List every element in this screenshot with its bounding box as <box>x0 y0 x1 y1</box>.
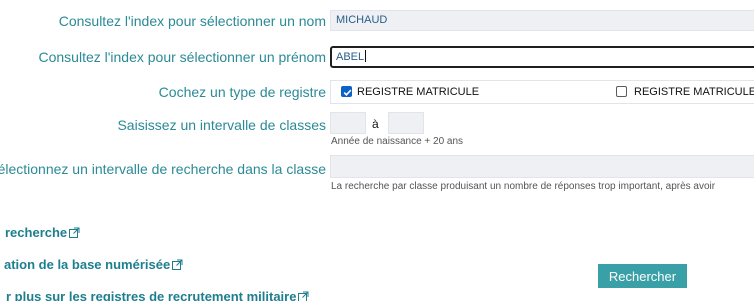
classe-to-input[interactable] <box>388 112 424 134</box>
nom-field[interactable]: MICHAUD <box>330 10 754 31</box>
prenom-label: Consultez l'index pour sélectionner un p… <box>38 49 326 65</box>
link-registres-recrutement[interactable]: r plus sur les registres de recrutement … <box>6 289 309 301</box>
classes-label: Saisissez un intervalle de classes <box>117 117 326 133</box>
search-form-page: Consultez l'index pour sélectionner un n… <box>0 0 754 301</box>
registre-option-1-label: REGISTRE MATRICULE <box>357 86 480 98</box>
nom-value: MICHAUD <box>336 14 388 26</box>
recherche-classe-input[interactable] <box>330 155 754 178</box>
checkmark-icon <box>343 89 352 96</box>
prenom-value: ABEL <box>336 51 365 63</box>
classes-hint: Année de naissance + 20 ans <box>331 136 464 147</box>
registre-checkbox-group: REGISTRE MATRICULE REGISTRE MATRICULE <box>330 80 754 104</box>
link-registres-recrutement-label: r plus sur les registres de recrutement … <box>6 289 297 301</box>
registre-checkbox-2[interactable] <box>616 86 627 97</box>
link-recherche[interactable]: recherche <box>5 225 80 240</box>
external-link-icon <box>172 259 183 270</box>
rechercher-button[interactable]: Rechercher <box>598 264 687 288</box>
nom-label: Consultez l'index pour sélectionner un n… <box>58 13 326 29</box>
registre-option-2-label: REGISTRE MATRICULE <box>634 86 754 98</box>
link-base-numerisee[interactable]: ation de la base numérisée <box>4 257 183 272</box>
text-caret <box>365 50 367 62</box>
registre-checkbox-1[interactable] <box>341 86 352 97</box>
registre-label: Cochez un type de registre <box>158 84 326 100</box>
recherche-classe-label: électionnez un intervalle de recherche d… <box>0 161 326 177</box>
link-recherche-label: recherche <box>5 225 68 240</box>
external-link-icon <box>298 291 309 301</box>
prenom-field[interactable]: ABEL <box>330 46 754 68</box>
recherche-classe-hint: La recherche par classe produisant un no… <box>331 181 716 192</box>
classe-from-input[interactable] <box>330 112 366 134</box>
classes-separator: à <box>372 117 379 131</box>
link-base-numerisee-label: ation de la base numérisée <box>4 257 171 272</box>
external-link-icon <box>69 227 80 238</box>
